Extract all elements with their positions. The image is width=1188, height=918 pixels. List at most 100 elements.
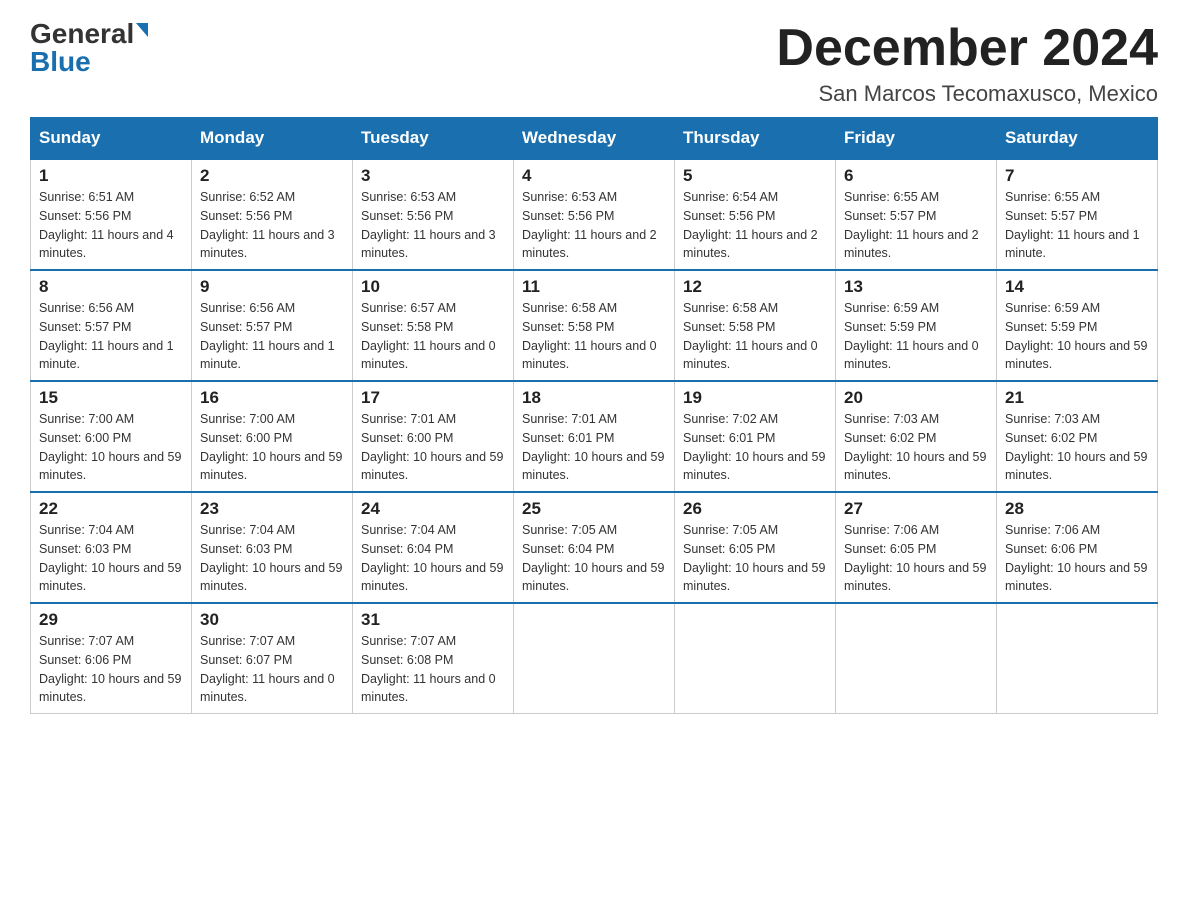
calendar-day-cell: 9 Sunrise: 6:56 AMSunset: 5:57 PMDayligh…: [192, 270, 353, 381]
calendar-day-cell: [997, 603, 1158, 714]
day-info: Sunrise: 6:57 AMSunset: 5:58 PMDaylight:…: [361, 301, 496, 371]
calendar-day-cell: 16 Sunrise: 7:00 AMSunset: 6:00 PMDaylig…: [192, 381, 353, 492]
day-number: 16: [200, 388, 344, 408]
day-number: 22: [39, 499, 183, 519]
day-number: 19: [683, 388, 827, 408]
day-info: Sunrise: 7:04 AMSunset: 6:04 PMDaylight:…: [361, 523, 503, 593]
day-info: Sunrise: 6:55 AMSunset: 5:57 PMDaylight:…: [844, 190, 979, 260]
day-info: Sunrise: 6:51 AMSunset: 5:56 PMDaylight:…: [39, 190, 174, 260]
day-info: Sunrise: 7:03 AMSunset: 6:02 PMDaylight:…: [1005, 412, 1147, 482]
day-number: 1: [39, 166, 183, 186]
week-row: 29 Sunrise: 7:07 AMSunset: 6:06 PMDaylig…: [31, 603, 1158, 714]
calendar-day-cell: [675, 603, 836, 714]
calendar-day-cell: 27 Sunrise: 7:06 AMSunset: 6:05 PMDaylig…: [836, 492, 997, 603]
calendar-day-cell: 19 Sunrise: 7:02 AMSunset: 6:01 PMDaylig…: [675, 381, 836, 492]
calendar-day-cell: 6 Sunrise: 6:55 AMSunset: 5:57 PMDayligh…: [836, 159, 997, 270]
day-info: Sunrise: 7:02 AMSunset: 6:01 PMDaylight:…: [683, 412, 825, 482]
calendar-day-cell: 31 Sunrise: 7:07 AMSunset: 6:08 PMDaylig…: [353, 603, 514, 714]
day-number: 26: [683, 499, 827, 519]
day-number: 23: [200, 499, 344, 519]
day-number: 3: [361, 166, 505, 186]
calendar-day-cell: 12 Sunrise: 6:58 AMSunset: 5:58 PMDaylig…: [675, 270, 836, 381]
day-info: Sunrise: 7:03 AMSunset: 6:02 PMDaylight:…: [844, 412, 986, 482]
day-info: Sunrise: 6:54 AMSunset: 5:56 PMDaylight:…: [683, 190, 818, 260]
day-number: 8: [39, 277, 183, 297]
week-row: 1 Sunrise: 6:51 AMSunset: 5:56 PMDayligh…: [31, 159, 1158, 270]
calendar-day-cell: 1 Sunrise: 6:51 AMSunset: 5:56 PMDayligh…: [31, 159, 192, 270]
calendar-day-cell: 2 Sunrise: 6:52 AMSunset: 5:56 PMDayligh…: [192, 159, 353, 270]
calendar-day-cell: 17 Sunrise: 7:01 AMSunset: 6:00 PMDaylig…: [353, 381, 514, 492]
day-info: Sunrise: 7:05 AMSunset: 6:04 PMDaylight:…: [522, 523, 664, 593]
calendar-day-cell: [836, 603, 997, 714]
day-info: Sunrise: 7:05 AMSunset: 6:05 PMDaylight:…: [683, 523, 825, 593]
day-info: Sunrise: 6:56 AMSunset: 5:57 PMDaylight:…: [200, 301, 335, 371]
day-info: Sunrise: 7:04 AMSunset: 6:03 PMDaylight:…: [200, 523, 342, 593]
day-of-week-header: Friday: [836, 118, 997, 160]
day-of-week-header: Tuesday: [353, 118, 514, 160]
calendar-day-cell: 23 Sunrise: 7:04 AMSunset: 6:03 PMDaylig…: [192, 492, 353, 603]
day-number: 11: [522, 277, 666, 297]
calendar-day-cell: 4 Sunrise: 6:53 AMSunset: 5:56 PMDayligh…: [514, 159, 675, 270]
day-info: Sunrise: 6:59 AMSunset: 5:59 PMDaylight:…: [844, 301, 979, 371]
calendar-day-cell: 15 Sunrise: 7:00 AMSunset: 6:00 PMDaylig…: [31, 381, 192, 492]
day-of-week-header: Thursday: [675, 118, 836, 160]
day-of-week-header: Monday: [192, 118, 353, 160]
day-info: Sunrise: 6:55 AMSunset: 5:57 PMDaylight:…: [1005, 190, 1140, 260]
day-number: 18: [522, 388, 666, 408]
day-of-week-header: Sunday: [31, 118, 192, 160]
day-info: Sunrise: 7:07 AMSunset: 6:07 PMDaylight:…: [200, 634, 335, 704]
title-section: December 2024 San Marcos Tecomaxusco, Me…: [776, 20, 1158, 107]
day-info: Sunrise: 6:53 AMSunset: 5:56 PMDaylight:…: [522, 190, 657, 260]
calendar-day-cell: 3 Sunrise: 6:53 AMSunset: 5:56 PMDayligh…: [353, 159, 514, 270]
day-info: Sunrise: 6:58 AMSunset: 5:58 PMDaylight:…: [522, 301, 657, 371]
day-info: Sunrise: 7:06 AMSunset: 6:05 PMDaylight:…: [844, 523, 986, 593]
calendar-day-cell: [514, 603, 675, 714]
page-header: General Blue December 2024 San Marcos Te…: [30, 20, 1158, 107]
day-info: Sunrise: 7:01 AMSunset: 6:01 PMDaylight:…: [522, 412, 664, 482]
calendar-day-cell: 7 Sunrise: 6:55 AMSunset: 5:57 PMDayligh…: [997, 159, 1158, 270]
calendar-day-cell: 11 Sunrise: 6:58 AMSunset: 5:58 PMDaylig…: [514, 270, 675, 381]
logo: General Blue: [30, 20, 148, 76]
calendar-day-cell: 5 Sunrise: 6:54 AMSunset: 5:56 PMDayligh…: [675, 159, 836, 270]
calendar-title: December 2024: [776, 20, 1158, 77]
day-number: 17: [361, 388, 505, 408]
day-number: 10: [361, 277, 505, 297]
calendar-day-cell: 22 Sunrise: 7:04 AMSunset: 6:03 PMDaylig…: [31, 492, 192, 603]
day-number: 31: [361, 610, 505, 630]
day-info: Sunrise: 7:04 AMSunset: 6:03 PMDaylight:…: [39, 523, 181, 593]
day-of-week-header: Wednesday: [514, 118, 675, 160]
calendar-day-cell: 25 Sunrise: 7:05 AMSunset: 6:04 PMDaylig…: [514, 492, 675, 603]
logo-arrow-icon: [136, 23, 148, 37]
logo-blue-text: Blue: [30, 48, 91, 76]
calendar-day-cell: 24 Sunrise: 7:04 AMSunset: 6:04 PMDaylig…: [353, 492, 514, 603]
day-number: 30: [200, 610, 344, 630]
calendar-day-cell: 13 Sunrise: 6:59 AMSunset: 5:59 PMDaylig…: [836, 270, 997, 381]
day-info: Sunrise: 7:00 AMSunset: 6:00 PMDaylight:…: [39, 412, 181, 482]
calendar-day-cell: 28 Sunrise: 7:06 AMSunset: 6:06 PMDaylig…: [997, 492, 1158, 603]
day-number: 9: [200, 277, 344, 297]
day-info: Sunrise: 6:59 AMSunset: 5:59 PMDaylight:…: [1005, 301, 1147, 371]
day-info: Sunrise: 7:07 AMSunset: 6:08 PMDaylight:…: [361, 634, 496, 704]
week-row: 22 Sunrise: 7:04 AMSunset: 6:03 PMDaylig…: [31, 492, 1158, 603]
day-info: Sunrise: 6:52 AMSunset: 5:56 PMDaylight:…: [200, 190, 335, 260]
day-number: 21: [1005, 388, 1149, 408]
calendar-table: SundayMondayTuesdayWednesdayThursdayFrid…: [30, 117, 1158, 714]
calendar-day-cell: 10 Sunrise: 6:57 AMSunset: 5:58 PMDaylig…: [353, 270, 514, 381]
day-info: Sunrise: 6:56 AMSunset: 5:57 PMDaylight:…: [39, 301, 174, 371]
day-number: 20: [844, 388, 988, 408]
logo-general-text: General: [30, 20, 134, 48]
calendar-day-cell: 8 Sunrise: 6:56 AMSunset: 5:57 PMDayligh…: [31, 270, 192, 381]
week-row: 8 Sunrise: 6:56 AMSunset: 5:57 PMDayligh…: [31, 270, 1158, 381]
day-number: 2: [200, 166, 344, 186]
day-of-week-header: Saturday: [997, 118, 1158, 160]
day-number: 29: [39, 610, 183, 630]
day-header-row: SundayMondayTuesdayWednesdayThursdayFrid…: [31, 118, 1158, 160]
calendar-day-cell: 20 Sunrise: 7:03 AMSunset: 6:02 PMDaylig…: [836, 381, 997, 492]
day-number: 15: [39, 388, 183, 408]
calendar-day-cell: 21 Sunrise: 7:03 AMSunset: 6:02 PMDaylig…: [997, 381, 1158, 492]
calendar-day-cell: 18 Sunrise: 7:01 AMSunset: 6:01 PMDaylig…: [514, 381, 675, 492]
day-number: 13: [844, 277, 988, 297]
day-info: Sunrise: 7:01 AMSunset: 6:00 PMDaylight:…: [361, 412, 503, 482]
day-number: 14: [1005, 277, 1149, 297]
day-info: Sunrise: 7:07 AMSunset: 6:06 PMDaylight:…: [39, 634, 181, 704]
